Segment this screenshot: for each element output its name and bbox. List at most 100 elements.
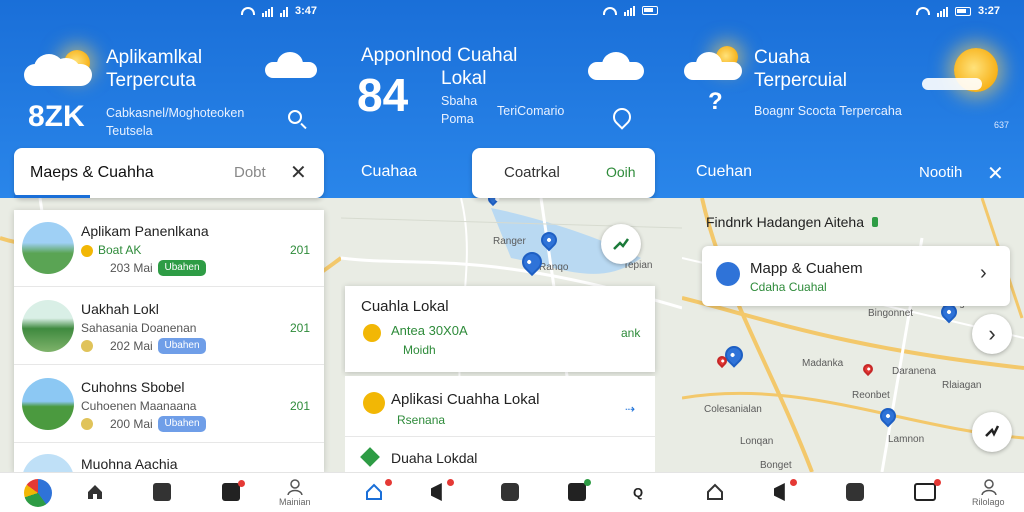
home-icon[interactable] (86, 483, 104, 501)
place-thumbnail (22, 378, 74, 430)
signal-icon (261, 6, 273, 17)
status-chip: Ubahen (158, 260, 206, 276)
wifi-icon (915, 7, 930, 15)
tab-weather[interactable]: Cuehan (696, 163, 752, 181)
list-item[interactable]: Cuhohns Sbobel Cuhoenen Maanaana 200 Mai… (14, 366, 324, 443)
app-title: Cuaha Terpercuial (754, 47, 847, 91)
map-label: Colesanialan (704, 404, 762, 415)
cloud-icon (922, 74, 982, 94)
cloud-icon (265, 50, 319, 80)
location-subtitle: Boagnr Scocta Terpercaha (754, 104, 902, 118)
location-icon[interactable] (609, 104, 635, 130)
weather-card[interactable]: Cuahla Lokal Antea 30X0A Moidh ank (345, 286, 655, 372)
wifi-icon (240, 7, 255, 15)
bottom-nav: Q (341, 472, 682, 512)
next-button[interactable]: › (972, 314, 1012, 354)
directions-button[interactable] (601, 224, 641, 264)
tab-bar: Maeps & Cuahha Dobt ✕ (0, 148, 341, 198)
sun-icon (363, 392, 385, 414)
arrow-right-icon[interactable]: ⇢ (625, 402, 635, 416)
screen-panel-1: 3:47 Aplikamlkal Terpercuta 8ZK Cabkasne… (0, 0, 341, 512)
map-label: Bingonnet (868, 308, 914, 319)
status-bar: 3:27 (915, 5, 1000, 17)
megaphone-icon[interactable] (774, 483, 785, 501)
partly-cloudy-icon (24, 50, 96, 90)
tab-control[interactable]: Coatrkal Ooih (472, 148, 655, 198)
profile-icon[interactable] (287, 479, 303, 496)
help-icon[interactable]: ? (708, 88, 723, 116)
map-label: Bonget (760, 460, 792, 471)
status-bar: 3:47 (240, 5, 317, 17)
map-label: Rlaiagan (942, 380, 982, 391)
explore-icon[interactable] (501, 483, 519, 501)
app-card[interactable]: Aplikasi Cuahha Lokal Rsenana ⇢ Duaha Lo… (345, 376, 655, 472)
notification-dot (447, 479, 454, 486)
battery-icon (954, 6, 971, 16)
app-title: Aplikamlkal Terpercuta (106, 47, 203, 91)
explore-icon[interactable] (153, 483, 171, 501)
map-label: Lonqan (740, 436, 774, 447)
place-list: Aplikam Panenlkana Boat AK 203 Mai Ubahe… (14, 210, 324, 472)
pin-icon (81, 245, 93, 257)
signal2-icon (279, 6, 288, 17)
signal-icon (936, 6, 948, 17)
tab-maps[interactable]: Maeps & Cuahha Dobt ✕ (14, 148, 324, 198)
location-subtitle: Cabkasnel/Moghoteoken Teutsela (106, 106, 245, 138)
home-icon[interactable] (365, 483, 383, 501)
map-label: Lamnon (888, 434, 925, 445)
saved-icon[interactable] (222, 483, 240, 501)
weather-description: TeriComario (497, 104, 565, 118)
saved-icon[interactable] (568, 483, 586, 501)
notification-dot (385, 479, 392, 486)
clock: 3:27 (977, 5, 1000, 17)
battery-icon (642, 6, 658, 15)
notification-dot (934, 479, 941, 486)
map-card[interactable]: Mapp & Cuahem Cdaha Cuahal › (702, 246, 1010, 306)
megaphone-icon[interactable] (431, 483, 442, 501)
directions-button[interactable] (972, 412, 1012, 452)
tab-bar: Cuahaa Coatrkal Ooih (341, 148, 682, 198)
status-chip: Ubahen (158, 338, 206, 354)
place-thumbnail (22, 300, 74, 352)
map-label: Madanka (802, 358, 844, 369)
badge-icon (81, 418, 93, 430)
screen-panel-3: 3:27 Cuaha Terpercuial ? Boagnr Scocta T… (682, 0, 1024, 512)
map-label: Daranena (892, 366, 936, 377)
bottom-nav: Rilolago (682, 472, 1024, 512)
app-logo-icon[interactable] (24, 479, 52, 507)
leaf-icon (360, 447, 380, 467)
notification-dot (584, 479, 591, 486)
sun-icon (363, 324, 381, 342)
search-icon[interactable] (288, 110, 302, 124)
list-item[interactable]: Muohna Aachia (14, 444, 324, 472)
list-item[interactable]: Aplikam Panenlkana Boat AK 203 Mai Ubahe… (14, 210, 324, 287)
info-line: Findnrk Hadangen Aiteha (706, 214, 878, 230)
home-icon[interactable] (706, 483, 724, 501)
wifi-icon (603, 6, 617, 15)
profile-label: Rilolago (972, 497, 1005, 507)
tab-notification[interactable]: Nootih (919, 164, 962, 181)
badge-icon (81, 340, 93, 352)
notification-dot (790, 479, 797, 486)
signal-icon (624, 5, 635, 16)
screen-panel-2: Apponlnod Cuahal Lokal 84 Sbaha Poma Ter… (341, 0, 682, 512)
map-label: Ranqo (539, 262, 569, 273)
chevron-right-icon[interactable]: › (980, 262, 987, 285)
location-pin-icon (716, 262, 740, 286)
location-subtitle: Sbaha Poma (441, 94, 478, 126)
cloud-icon (588, 50, 646, 82)
explore-icon[interactable] (846, 483, 864, 501)
profile-icon[interactable] (981, 479, 997, 496)
close-icon[interactable]: ✕ (290, 160, 307, 185)
close-icon[interactable]: ✕ (987, 161, 1004, 186)
saved-icon[interactable] (914, 483, 936, 501)
list-item[interactable]: Uakhah Lokl Sahasania Doanenan 202 Mai U… (14, 288, 324, 365)
place-thumbnail (22, 454, 74, 472)
notification-dot (238, 480, 245, 487)
search-tab[interactable]: Q (633, 485, 643, 500)
partly-cloudy-icon (684, 46, 746, 84)
map-label: Ranger (493, 236, 526, 247)
clock: 3:47 (294, 5, 317, 17)
map-label: Reonbet (852, 390, 890, 401)
tab-weather[interactable]: Cuahaa (361, 163, 417, 181)
